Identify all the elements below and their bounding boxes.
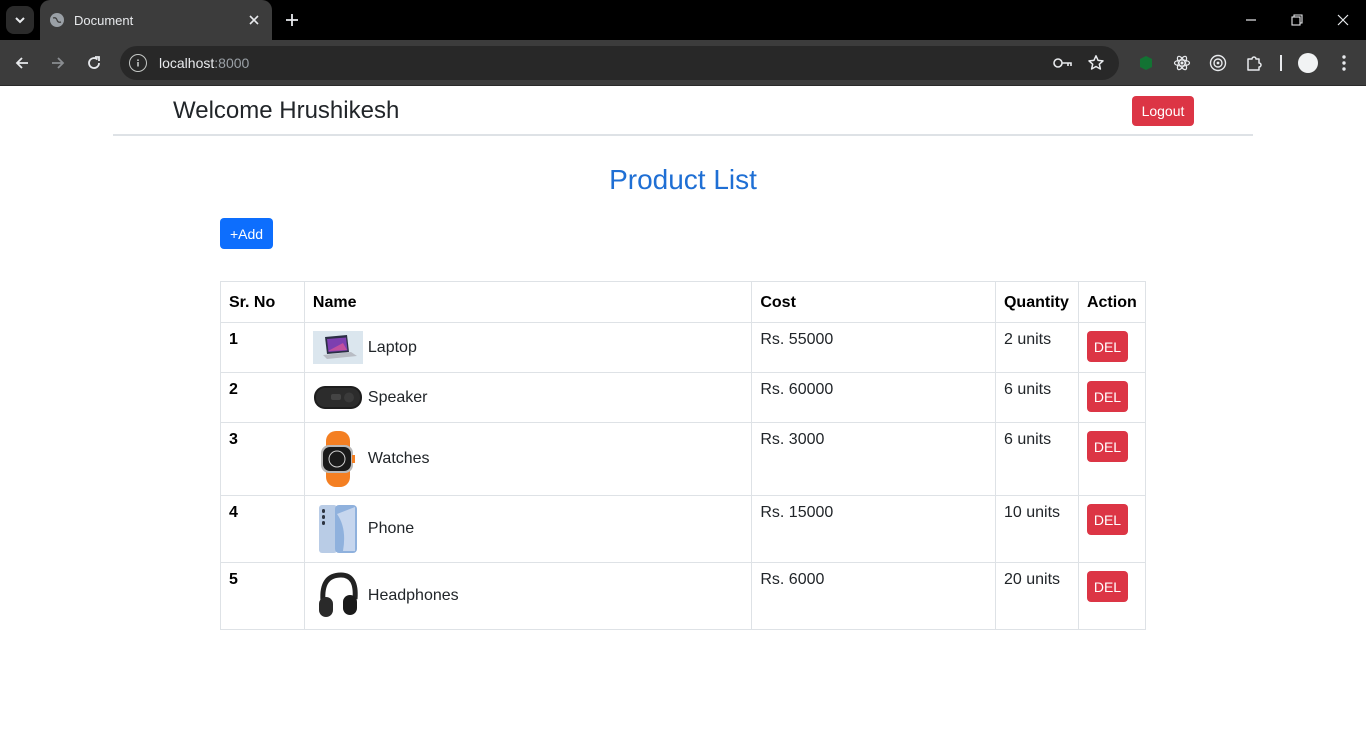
- delete-button[interactable]: DEL: [1086, 331, 1128, 362]
- close-window-button[interactable]: [1331, 8, 1355, 32]
- action-cell: DEL: [1077, 372, 1147, 423]
- column-header-action: Action: [1077, 281, 1147, 323]
- profile-icon[interactable]: [1295, 50, 1321, 76]
- action-cell: DEL: [1077, 495, 1147, 563]
- watch-image: [313, 431, 363, 487]
- reload-button[interactable]: [81, 50, 107, 76]
- cost-cell: Rs. 3000: [751, 422, 996, 496]
- sr-no-cell: 5: [220, 562, 305, 630]
- cost-cell: Rs. 60000: [751, 372, 996, 423]
- restore-icon: [1291, 14, 1303, 26]
- browser-tab[interactable]: Document: [40, 0, 272, 40]
- laptop-image: [312, 331, 363, 364]
- minimize-icon: [1246, 19, 1256, 21]
- toolbar-separator: [1280, 55, 1282, 71]
- forward-button[interactable]: [45, 50, 71, 76]
- logout-button[interactable]: Logout: [1132, 96, 1194, 126]
- column-header-cost: Cost: [751, 281, 996, 323]
- browser-tab-bar: Document: [0, 0, 1366, 40]
- delete-button[interactable]: DEL: [1086, 504, 1128, 535]
- table-row: 1 Laptop Rs. 55000 2 units DEL: [220, 322, 1147, 373]
- product-table: Sr. No Name Cost Quantity Action 1 Lapto…: [220, 281, 1147, 630]
- table-row: 3 Watches Rs. 3000 6 units DEL: [220, 422, 1147, 496]
- target-icon[interactable]: [1205, 50, 1231, 76]
- column-header-srno: Sr. No: [220, 281, 305, 323]
- back-icon: [15, 57, 28, 69]
- site-info-icon[interactable]: [129, 54, 147, 72]
- table-row: 4 Phone Rs. 15000 10 units DEL: [220, 495, 1147, 563]
- address-bar[interactable]: localhost:8000: [120, 46, 1119, 80]
- speaker-image: [313, 381, 363, 414]
- quantity-cell: 20 units: [994, 562, 1079, 630]
- action-cell: DEL: [1077, 562, 1147, 630]
- quantity-cell: 10 units: [994, 495, 1079, 563]
- name-cell: Laptop: [303, 322, 753, 373]
- globe-icon: [50, 13, 64, 27]
- product-name: Speaker: [367, 388, 428, 406]
- menu-dots-icon[interactable]: [1331, 50, 1357, 76]
- action-cell: DEL: [1077, 422, 1147, 496]
- name-cell: Speaker: [303, 372, 753, 423]
- minimize-button[interactable]: [1239, 8, 1263, 32]
- plus-icon: [286, 14, 298, 26]
- table-header-row: Sr. No Name Cost Quantity Action: [220, 281, 1147, 323]
- name-cell: Watches: [303, 422, 753, 496]
- page-title: Product List: [609, 164, 757, 195]
- quantity-cell: 6 units: [994, 372, 1079, 423]
- page-header: Welcome Hrushikesh Logout: [113, 87, 1253, 136]
- sr-no-cell: 1: [220, 322, 305, 373]
- back-button[interactable]: [9, 50, 35, 76]
- headphones-image: [313, 571, 363, 621]
- delete-button[interactable]: DEL: [1086, 431, 1128, 462]
- delete-button[interactable]: DEL: [1086, 571, 1128, 602]
- quantity-cell: 6 units: [994, 422, 1079, 496]
- sr-no-cell: 3: [220, 422, 305, 496]
- column-header-quantity: Quantity: [994, 281, 1079, 323]
- cost-cell: Rs. 6000: [751, 562, 996, 630]
- password-key-icon[interactable]: [1050, 50, 1076, 76]
- react-icon[interactable]: [1169, 50, 1195, 76]
- column-header-name: Name: [303, 281, 753, 323]
- phone-image: [313, 504, 363, 554]
- product-name: Watches: [367, 450, 430, 467]
- cost-cell: Rs. 15000: [751, 495, 996, 563]
- name-cell: Phone: [303, 495, 753, 563]
- product-name: Headphones: [367, 587, 459, 604]
- table-row: 5 Headphones Rs. 6000 20 units DEL: [220, 562, 1147, 630]
- action-cell: DEL: [1077, 322, 1147, 373]
- url-text: localhost:8000: [159, 55, 250, 71]
- product-name: Laptop: [367, 338, 417, 356]
- close-icon[interactable]: [242, 8, 266, 32]
- puzzle-icon[interactable]: [1241, 50, 1267, 76]
- name-cell: Headphones: [303, 562, 753, 630]
- browser-toolbar: localhost:8000: [0, 40, 1366, 86]
- tab-title: Document: [74, 12, 134, 28]
- new-tab-button[interactable]: [280, 8, 304, 32]
- restore-button[interactable]: [1285, 8, 1309, 32]
- table-row: 2 Speaker Rs. 60000 6 units DEL: [220, 372, 1147, 423]
- welcome-heading: Welcome Hrushikesh: [173, 97, 400, 124]
- star-icon[interactable]: [1083, 50, 1109, 76]
- cost-cell: Rs. 55000: [751, 322, 996, 373]
- sr-no-cell: 4: [220, 495, 305, 563]
- sr-no-cell: 2: [220, 372, 305, 423]
- extension-green-icon[interactable]: [1133, 50, 1159, 76]
- chevron-down-icon: [15, 17, 25, 24]
- tab-list-button[interactable]: [6, 6, 34, 34]
- forward-icon: [52, 57, 65, 69]
- product-name: Phone: [367, 520, 415, 537]
- delete-button[interactable]: DEL: [1086, 381, 1128, 412]
- quantity-cell: 2 units: [994, 322, 1079, 373]
- close-icon: [1337, 14, 1349, 26]
- add-product-button[interactable]: +Add: [220, 218, 273, 249]
- reload-icon: [88, 56, 100, 69]
